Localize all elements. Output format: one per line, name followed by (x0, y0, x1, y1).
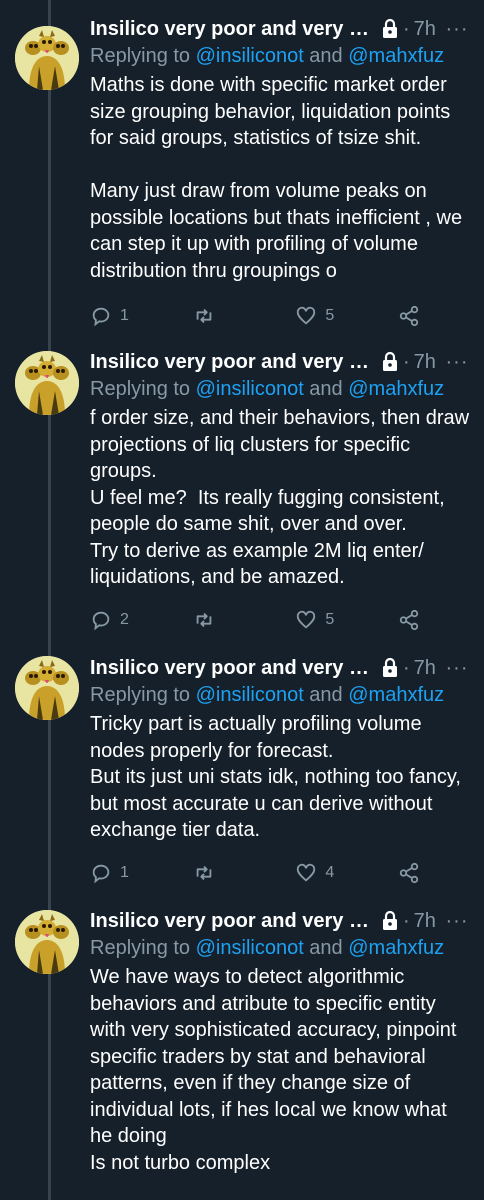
more-icon[interactable]: ··· (444, 910, 470, 933)
author-name[interactable]: Insilico very poor and very s... (90, 18, 375, 41)
tweet-text: We have ways to detect algorithmic behav… (90, 966, 457, 1174)
share-icon (399, 609, 419, 631)
tweet-header: Insilico very poor and very s... · 7h ··… (90, 14, 470, 44)
mention-link[interactable]: @mahxfuz (348, 684, 444, 706)
retweet-icon (196, 308, 211, 324)
avatar-image (15, 26, 79, 90)
avatar[interactable] (15, 351, 79, 415)
replying-to-line: Replying to @insiliconot and @mahxfuz (90, 683, 470, 707)
author-name[interactable]: Insilico very poor and very s... (90, 351, 375, 374)
reply-count: 1 (120, 307, 129, 324)
retweet-button[interactable] (193, 305, 273, 327)
heart-icon (297, 863, 316, 882)
retweet-button[interactable] (193, 609, 273, 631)
avatar[interactable] (15, 26, 79, 90)
replying-and: and (303, 684, 349, 706)
timestamp[interactable]: 7h (414, 351, 436, 374)
replying-prefix: Replying to (90, 684, 196, 706)
tweet-header: Insilico very poor and very s... · 7h ··… (90, 653, 470, 683)
mention-link[interactable]: @insiliconot (196, 45, 304, 67)
reply-icon (92, 611, 110, 631)
author-name[interactable]: Insilico very poor and very s... (90, 910, 375, 933)
like-button[interactable]: 5 (295, 609, 375, 631)
mention-link[interactable]: @mahxfuz (348, 378, 444, 400)
share-icon (399, 862, 419, 884)
like-button[interactable]: 5 (295, 305, 375, 327)
heart-icon (297, 306, 316, 325)
replying-to-line: Replying to @insiliconot and @mahxfuz (90, 936, 470, 960)
more-icon[interactable]: ··· (444, 351, 470, 374)
heart-icon (297, 610, 316, 629)
tweet-text: Maths is done with specific market order… (90, 74, 463, 282)
reply-count: 1 (120, 864, 129, 881)
tweet-text: f order size, and their behaviors, then … (90, 407, 470, 588)
replying-and: and (303, 45, 349, 67)
retweet-icon (196, 865, 211, 881)
replying-prefix: Replying to (90, 45, 196, 67)
separator-dot: · (403, 656, 410, 679)
separator-dot: · (403, 17, 410, 40)
thread-connector-line (48, 0, 51, 1200)
author-name[interactable]: Insilico very poor and very s... (90, 657, 375, 680)
like-count: 5 (325, 611, 335, 628)
tweet-content: Insilico very poor and very s... · 7h ··… (90, 653, 470, 844)
share-button[interactable] (398, 609, 420, 631)
retweet-button[interactable] (193, 862, 273, 884)
replying-to-line: Replying to @insiliconot and @mahxfuz (90, 44, 470, 68)
avatar-image (15, 656, 79, 720)
reply-count: 2 (120, 611, 129, 628)
lock-icon (383, 910, 397, 930)
reply-icon (92, 307, 110, 327)
tweet-content: Insilico very poor and very s... · 7h ··… (90, 14, 470, 284)
share-button[interactable] (398, 305, 420, 327)
mention-link[interactable]: @mahxfuz (348, 45, 444, 67)
reply-icon (92, 864, 110, 884)
reply-button[interactable]: 2 (90, 609, 170, 631)
more-icon[interactable]: ··· (444, 657, 470, 680)
avatar-image (15, 351, 79, 415)
mention-link[interactable]: @mahxfuz (348, 937, 444, 959)
timestamp[interactable]: 7h (414, 18, 436, 41)
tweet-actions: 2 5 (90, 605, 420, 635)
timestamp[interactable]: 7h (414, 910, 436, 933)
mention-link[interactable]: @insiliconot (196, 378, 304, 400)
tweet-actions: 1 4 (90, 858, 420, 888)
replying-prefix: Replying to (90, 937, 196, 959)
replying-prefix: Replying to (90, 378, 196, 400)
retweet-icon (196, 612, 211, 628)
more-icon[interactable]: ··· (444, 18, 470, 41)
like-count: 5 (325, 307, 335, 324)
avatar[interactable] (15, 656, 79, 720)
like-count: 4 (325, 864, 335, 881)
reply-button[interactable]: 1 (90, 305, 170, 327)
replying-to-line: Replying to @insiliconot and @mahxfuz (90, 377, 470, 401)
tweet-header: Insilico very poor and very s... · 7h ··… (90, 906, 470, 936)
lock-icon (383, 18, 397, 38)
lock-icon (383, 351, 397, 371)
reply-button[interactable]: 1 (90, 862, 170, 884)
tweet-text: Tricky part is actually profiling volume… (90, 713, 461, 841)
mention-link[interactable]: @insiliconot (196, 937, 304, 959)
tweet-header: Insilico very poor and very s... · 7h ··… (90, 347, 470, 377)
tweet-content: Insilico very poor and very s... · 7h ··… (90, 347, 470, 591)
like-button[interactable]: 4 (295, 862, 375, 884)
lock-icon (383, 657, 397, 677)
separator-dot: · (403, 350, 410, 373)
replying-and: and (303, 378, 349, 400)
separator-dot: · (403, 909, 410, 932)
tweet-content: Insilico very poor and very s... · 7h ··… (90, 906, 470, 1176)
share-button[interactable] (398, 862, 420, 884)
avatar-image (15, 910, 79, 974)
mention-link[interactable]: @insiliconot (196, 684, 304, 706)
replying-and: and (303, 937, 349, 959)
timestamp[interactable]: 7h (414, 657, 436, 680)
tweet-actions: 1 5 (90, 301, 420, 331)
thread-feed: Insilico very poor and very s... · 7h ··… (0, 0, 484, 1200)
avatar[interactable] (15, 910, 79, 974)
share-icon (399, 305, 419, 327)
